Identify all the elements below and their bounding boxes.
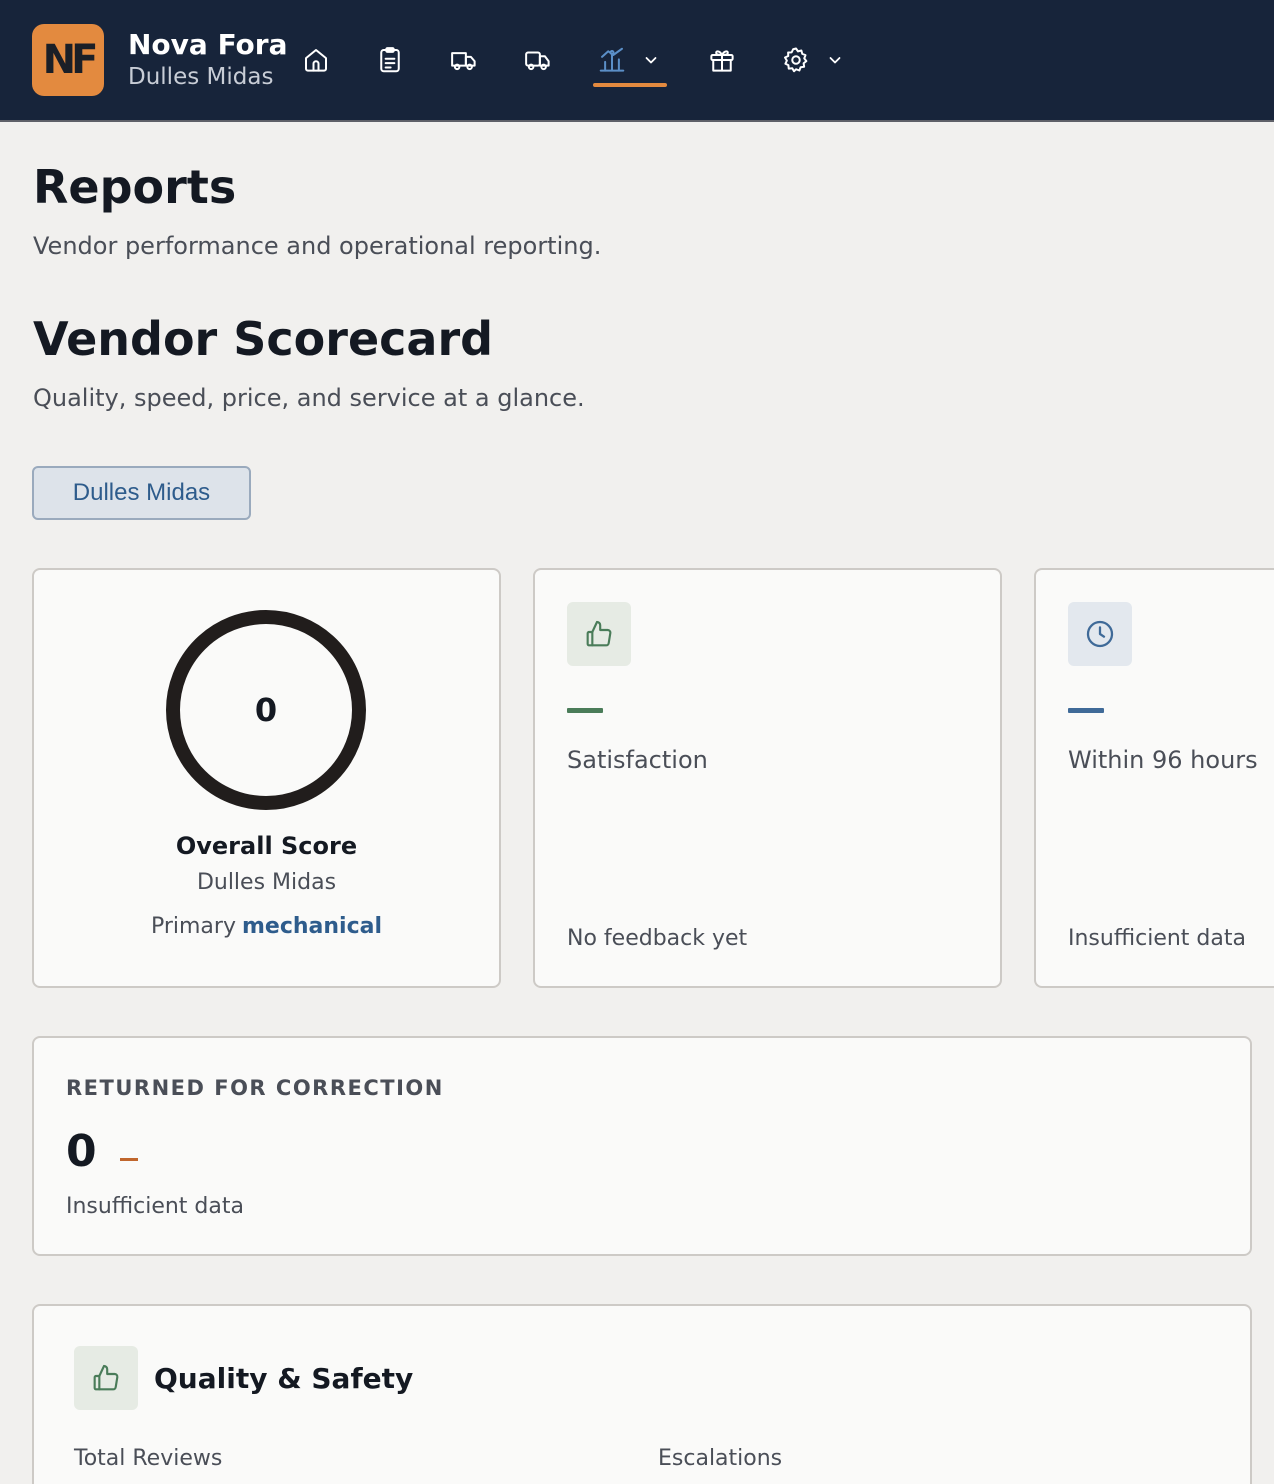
top-navigation-bar: NF Nova Fora Dulles Midas [0, 0, 1274, 122]
primary-category: Primary mechanical [34, 914, 499, 939]
returned-for-correction-card: RETURNED FOR CORRECTION 0 Insufficient d… [32, 1036, 1252, 1256]
reports-menu-chevron-down-icon[interactable] [639, 48, 663, 72]
satisfaction-footer: No feedback yet [567, 926, 748, 951]
overall-score-vendor: Dulles Midas [196, 870, 337, 895]
active-nav-indicator [593, 83, 667, 87]
page-subtitle: Vendor performance and operational repor… [33, 232, 602, 260]
app-name: Nova Fora [128, 28, 288, 61]
truck-icon[interactable] [446, 42, 482, 78]
satisfaction-label: Satisfaction [567, 746, 708, 774]
timeliness-footer: Insufficient data [1068, 926, 1246, 951]
satisfaction-card: Satisfaction No feedback yet [533, 568, 1002, 988]
total-reviews-label: Total Reviews [74, 1446, 223, 1471]
thumbs-up-icon [74, 1346, 138, 1410]
scorecard-title: Vendor Scorecard [33, 312, 494, 366]
timeliness-label: Within 96 hours [1068, 746, 1258, 774]
quality-safety-title: Quality & Safety [154, 1362, 414, 1395]
clipboard-icon[interactable] [372, 42, 408, 78]
satisfaction-value-dash [567, 708, 603, 713]
overall-score-card: 0 Overall Score Dulles Midas Primary mech… [32, 568, 501, 988]
returned-trend-dash [120, 1158, 138, 1161]
scorecard-subtitle: Quality, speed, price, and service at a … [33, 384, 585, 412]
truck-alt-icon[interactable] [520, 42, 556, 78]
timeliness-value-dash [1068, 708, 1104, 713]
gift-icon[interactable] [704, 42, 740, 78]
overall-score-value: 0 [254, 691, 278, 729]
home-icon[interactable] [298, 42, 334, 78]
escalations-label: Escalations [658, 1446, 783, 1471]
vendor-filter-button[interactable]: Dulles Midas [32, 466, 251, 520]
page-title: Reports [33, 160, 237, 214]
thumbs-up-icon [567, 602, 631, 666]
reports-icon[interactable] [594, 42, 630, 78]
primary-category-value: mechanical [241, 914, 383, 939]
primary-label: Primary [150, 914, 236, 939]
current-vendor-name: Dulles Midas [128, 64, 274, 90]
quality-safety-card: Quality & Safety Total Reviews Escalatio… [32, 1304, 1252, 1484]
settings-menu-chevron-down-icon[interactable] [823, 48, 847, 72]
returned-value: 0 [66, 1126, 97, 1177]
timeliness-card: Within 96 hours Insufficient data [1034, 568, 1274, 988]
overall-score-label: Overall Score [175, 832, 358, 860]
clock-icon [1068, 602, 1132, 666]
returned-footer: Insufficient data [66, 1194, 244, 1219]
overall-score-ring: 0 [166, 610, 366, 810]
returned-title: RETURNED FOR CORRECTION [66, 1076, 444, 1100]
app-logo[interactable]: NF [32, 24, 104, 96]
gear-icon[interactable] [778, 42, 814, 78]
